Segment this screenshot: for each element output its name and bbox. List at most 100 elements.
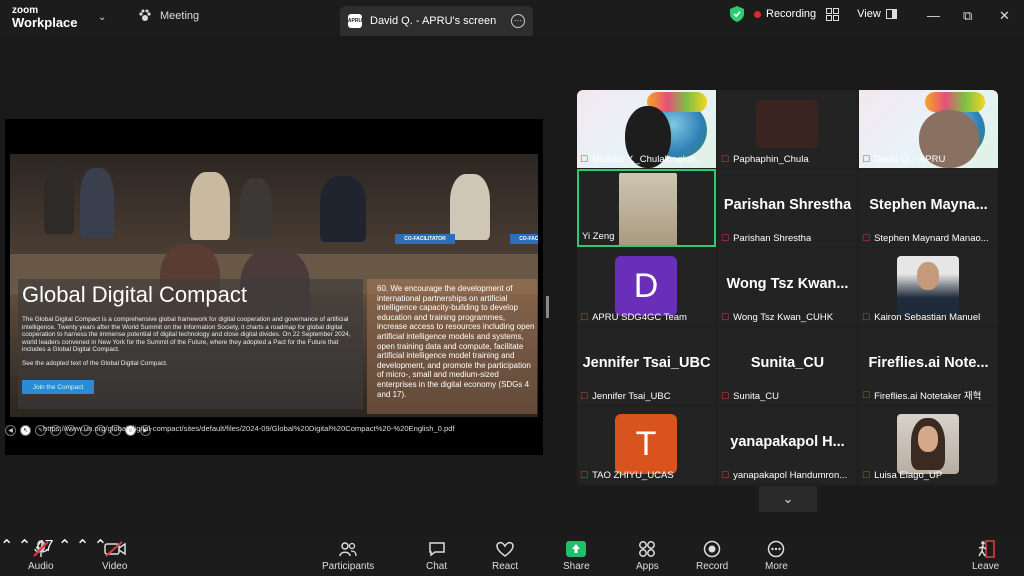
muted-mic-icon: ☐ [721,312,730,322]
person-shape [320,176,366,242]
screen-share-tab[interactable]: APRU David Q. - APRU's screen ··· [340,6,533,36]
muted-mic-icon: ☐ [580,154,589,164]
muted-mic-icon: ☐ [580,470,589,480]
muted-mic-icon: ☐ [862,389,871,400]
slide-body: The Global Digital Compact is a comprehe… [22,316,351,354]
participant-tile-active-speaker[interactable]: Yi Zeng [577,169,716,247]
record-button[interactable]: Record [696,540,728,572]
more-icon [768,540,785,558]
participant-name: Stephen Maynard Manao... [874,233,989,244]
chat-label: Chat [426,561,448,572]
audio-button[interactable]: Audio [28,540,54,572]
participant-video [619,173,677,245]
participant-tile[interactable]: ☐ Michiko Y._Chulalongkor... [577,90,716,168]
recording-indicator[interactable]: Recording [754,8,816,20]
muted-mic-icon: ☐ [721,233,730,243]
view-layout-icon [885,9,897,19]
muted-mic-icon: ☐ [721,154,730,164]
participants-button[interactable]: Participants [322,540,374,572]
participant-display-name: Parishan Shrestha [723,197,852,213]
participant-name: Michiko Y._Chulalongkor... [592,154,704,165]
slide: CO-FACILITATOR CO-FACILITATOR Global Dig… [10,154,538,417]
shared-screen[interactable]: CO-FACILITATOR CO-FACILITATOR Global Dig… [5,119,549,455]
participant-photo [897,256,959,316]
person-shape [44,164,74,234]
restore-icon[interactable]: ⧉ [963,8,972,24]
more-label: More [765,561,788,572]
participant-gallery: ☐ Michiko Y._Chulalongkor... ☐ Paphaphin_C… [577,90,998,486]
gallery-scroll-down-button[interactable]: ⌄ [759,486,817,512]
participant-display-name: yanapakapol H... [730,434,845,450]
muted-mic-icon: ☐ [580,391,589,401]
person-shape [450,174,490,240]
participant-video [756,100,818,148]
share-button[interactable]: Share [563,540,590,572]
title-bar: zoom Workplace ⌄ Meeting APRU David Q. -… [0,0,1024,36]
leave-label: Leave [972,561,1000,572]
participant-tile[interactable]: ☐ Kairon Sebastian Manuel [859,248,998,326]
chevron-down-icon[interactable]: ⌄ [98,12,106,23]
participant-tile[interactable]: Sunita_CU ☐ Sunita_CU [718,327,857,405]
video-button[interactable]: Video [102,540,127,572]
chat-button[interactable]: Chat [426,540,447,572]
more-button[interactable]: More [765,540,788,572]
participant-avatar: T [615,414,677,474]
participants-label: Participants [322,561,375,572]
react-label: React [492,561,519,572]
close-icon[interactable]: ✕ [999,8,1010,24]
participant-tile[interactable]: Wong Tsz Kwan... ☐ Wong Tsz Kwan_CUHK [718,248,857,326]
participant-name: TAO ZHIYU_UCAS [592,470,674,481]
participant-tile[interactable]: ☐ Luisa Elago_UP [859,406,998,484]
meeting-toolbar: Audio ⌃ Video ⌃ Participants 47 ⌃ Chat ⌃… [0,536,1024,576]
person-shape [240,178,272,238]
record-label: Record [696,561,729,572]
leave-icon [977,540,995,558]
participant-tile[interactable]: yanapakapol H... ☐ yanapakapol Handumron.… [718,406,857,484]
participant-name: Wong Tsz Kwan_CUHK [733,312,834,323]
participant-name: Parishan Shrestha [733,233,812,244]
participant-tile[interactable]: D ☐ APRU SDG4GC Team [577,248,716,326]
participant-tile[interactable]: ☐ Paphaphin_Chula [718,90,857,168]
grid-icon[interactable] [826,7,840,21]
participant-tile[interactable]: T ☐ TAO ZHIYU_UCAS [577,406,716,484]
slide-scroll-handle[interactable] [546,296,549,318]
join-compact-button: Join the Compact [22,380,94,394]
audio-options-caret-icon[interactable]: ⌃ [0,538,13,555]
audio-label: Audio [28,561,54,572]
participant-tile[interactable]: Parishan Shrestha ☐ Parishan Shrestha [718,169,857,247]
chevron-down-icon: ⌄ [782,491,794,506]
chat-caret-icon[interactable]: ⌃ [76,538,89,555]
react-button[interactable]: React [492,540,518,572]
apru-app-icon: APRU [348,14,362,28]
view-button[interactable]: View [857,8,897,20]
participants-caret-icon[interactable]: ⌃ [58,538,71,555]
meeting-tab[interactable]: Meeting [138,9,199,22]
muted-mic-icon: ☐ [721,391,730,401]
participant-tile[interactable]: Jennifer Tsai_UBC ☐ Jennifer Tsai_UBC [577,327,716,405]
participant-tile[interactable]: Stephen Mayna... ☐ Stephen Maynard Manao.… [859,169,998,247]
participant-name: David Q. - APRU [874,154,946,165]
slide-url: https://www.un.org/global-digital-compac… [43,424,455,433]
participant-photo [897,414,959,474]
apps-button[interactable]: Apps [636,540,659,572]
prev-icon[interactable]: ◀ [5,425,16,436]
record-icon [703,540,721,558]
pointer-icon[interactable]: ↖ [20,425,31,436]
more-options-icon[interactable]: ··· [511,14,525,28]
participant-name: APRU SDG4GC Team [592,312,687,323]
face-shape [917,262,939,290]
shield-check-icon[interactable] [730,6,744,22]
record-dot-icon [754,10,761,18]
participant-name: Luisa Elago_UP [874,470,943,481]
leave-button[interactable]: Leave [972,540,999,572]
facilitator-banner: CO-FACILITATOR [395,234,455,244]
minimize-icon[interactable]: — [927,8,940,23]
flower-graphic [925,92,985,112]
slide-link-text: See the adopted text of the Global Digit… [22,360,168,367]
participant-tile[interactable]: Fireflies.ai Note... ☐ Fireflies.ai Notet… [859,327,998,405]
participant-name: Sunita_CU [733,391,780,402]
share-screen-icon [566,541,587,557]
zoom-logo: zoom Workplace [12,5,78,29]
participant-name: yanapakapol Handumron... [733,470,848,481]
participant-tile[interactable]: ☐ David Q. - APRU [859,90,998,168]
